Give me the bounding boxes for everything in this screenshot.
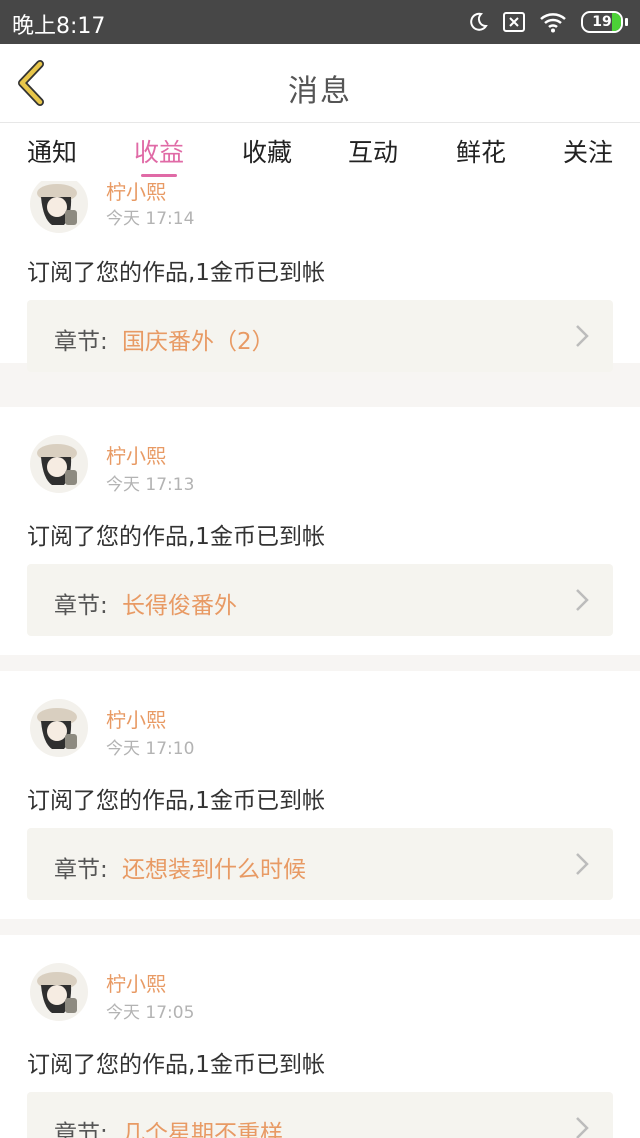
- tab-favorites[interactable]: 收藏: [227, 133, 307, 169]
- avatar[interactable]: [30, 963, 88, 1021]
- author-name[interactable]: 柠小熙: [106, 181, 166, 205]
- chapter-title: 几个星期不重样: [122, 1121, 283, 1138]
- tab-bar: 通知 收益 收藏 互动 鲜花 关注: [0, 123, 640, 181]
- message-text: 订阅了您的作品,1金币已到帐: [27, 260, 325, 286]
- author-name[interactable]: 柠小熙: [106, 440, 166, 469]
- chapter-title: 长得俊番外: [122, 593, 237, 619]
- chapter-link[interactable]: 章节: 几个星期不重样: [27, 1092, 613, 1138]
- avatar[interactable]: [30, 699, 88, 757]
- tab-interactions[interactable]: 互动: [333, 133, 413, 169]
- message-time: 今天 17:13: [106, 475, 195, 495]
- status-time: 晚上8:17: [12, 14, 106, 39]
- chapter-label: 章节:: [54, 857, 108, 883]
- tab-flowers[interactable]: 鲜花: [441, 133, 521, 169]
- chapter-title: 国庆番外（2）: [122, 329, 275, 355]
- message-text: 订阅了您的作品,1金币已到帐: [27, 788, 325, 814]
- moon-icon: [467, 11, 489, 33]
- chapter-link[interactable]: 章节: 国庆番外（2）: [27, 300, 613, 372]
- chevron-right-icon: [576, 589, 589, 611]
- chevron-right-icon: [576, 853, 589, 875]
- status-bar: 晚上8:17 19: [0, 0, 640, 44]
- author-name[interactable]: 柠小熙: [106, 968, 166, 997]
- message-card: 柠小熙 今天 17:05 订阅了您的作品,1金币已到帐 章节: 几个星期不重样: [0, 935, 640, 1138]
- message-card: 柠小熙 今天 17:10 订阅了您的作品,1金币已到帐 章节: 还想装到什么时候: [0, 671, 640, 919]
- tab-earnings[interactable]: 收益: [119, 133, 199, 169]
- battery-level: 19: [592, 14, 612, 30]
- message-card: 柠小熙 今天 17:13 订阅了您的作品,1金币已到帐 章节: 长得俊番外: [0, 407, 640, 655]
- chapter-title: 还想装到什么时候: [122, 857, 306, 883]
- avatar[interactable]: [30, 435, 88, 493]
- avatar[interactable]: [30, 181, 88, 233]
- wifi-icon: [539, 11, 567, 33]
- message-time: 今天 17:10: [106, 739, 195, 759]
- page-title: 消息: [288, 74, 352, 109]
- message-text: 订阅了您的作品,1金币已到帐: [27, 1052, 325, 1078]
- chevron-right-icon: [576, 325, 589, 347]
- message-time: 今天 17:14: [106, 209, 195, 229]
- chapter-label: 章节:: [54, 329, 108, 355]
- tab-notifications[interactable]: 通知: [12, 133, 92, 169]
- message-time: 今天 17:05: [106, 1003, 195, 1023]
- message-card: 柠小熙 今天 17:14 订阅了您的作品,1金币已到帐 章节: 国庆番外（2）: [0, 181, 640, 372]
- chevron-right-icon: [576, 1117, 589, 1138]
- chapter-label: 章节:: [54, 1121, 108, 1138]
- tab-following[interactable]: 关注: [548, 133, 628, 169]
- battery-icon: 19: [581, 11, 628, 33]
- active-tab-indicator: [141, 174, 177, 177]
- chapter-label: 章节:: [54, 593, 108, 619]
- sim-off-icon: [503, 12, 525, 32]
- status-icons: 19: [467, 8, 628, 36]
- message-list[interactable]: 柠小熙 今天 17:14 订阅了您的作品,1金币已到帐 章节: 国庆番外（2） …: [0, 181, 640, 1138]
- message-text: 订阅了您的作品,1金币已到帐: [27, 524, 325, 550]
- chapter-link[interactable]: 章节: 还想装到什么时候: [27, 828, 613, 900]
- author-name[interactable]: 柠小熙: [106, 704, 166, 733]
- chapter-link[interactable]: 章节: 长得俊番外: [27, 564, 613, 636]
- header: 消息: [0, 44, 640, 123]
